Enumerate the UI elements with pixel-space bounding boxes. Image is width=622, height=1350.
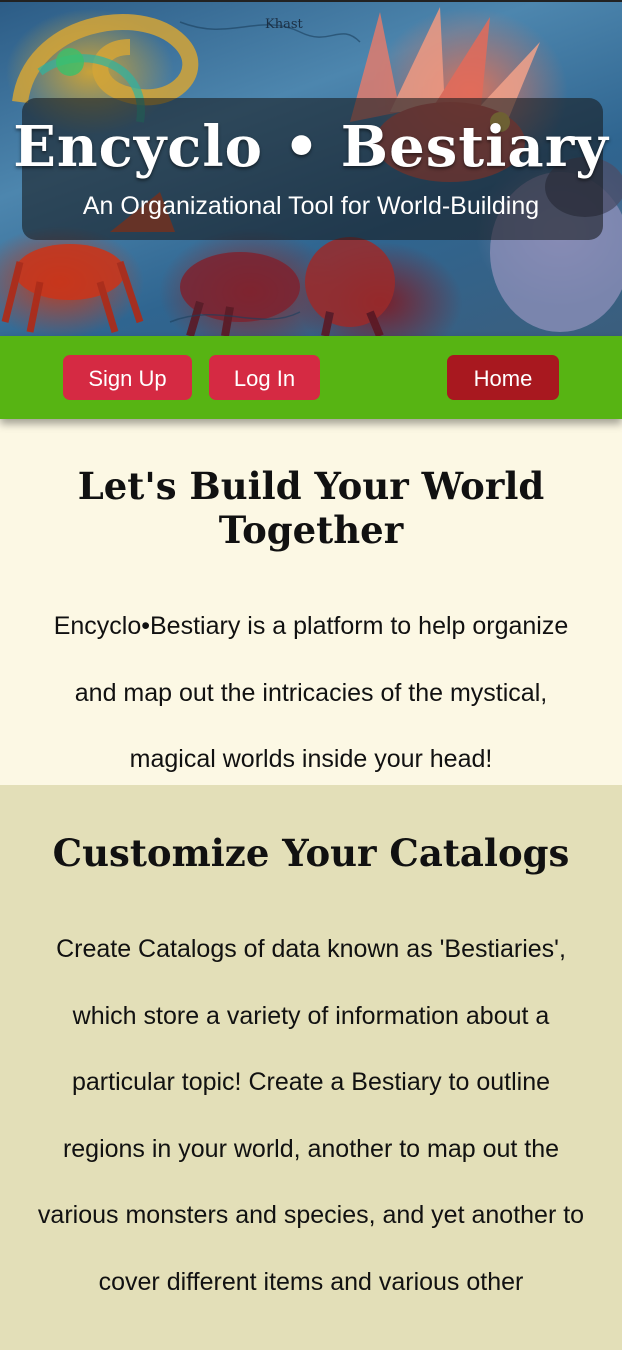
intro-section: Let's Build Your World Together Encyclo•… [0, 419, 622, 785]
top-nav: Sign Up Log In Home [0, 336, 622, 419]
intro-text: Encyclo•Bestiary is a platform to help o… [53, 612, 569, 773]
home-button[interactable]: Home [447, 355, 559, 400]
map-label: Khast [265, 17, 304, 32]
intro-heading: Let's Build Your World Together [77, 464, 545, 552]
hero-banner: Khast Encyclo • Bestiary An Organization… [0, 0, 622, 336]
site-title: Encyclo • Bestiary [13, 114, 609, 180]
site-subtitle: An Organizational Tool for World-Buildin… [82, 192, 540, 220]
catalogs-section: Customize Your Catalogs Create Catalogs … [0, 785, 622, 1315]
log-in-button[interactable]: Log In [209, 355, 320, 400]
sign-up-button[interactable]: Sign Up [63, 355, 192, 400]
catalogs-text: Create Catalogs of data known as 'Bestia… [37, 935, 585, 1296]
catalogs-heading: Customize Your Catalogs [52, 831, 570, 875]
